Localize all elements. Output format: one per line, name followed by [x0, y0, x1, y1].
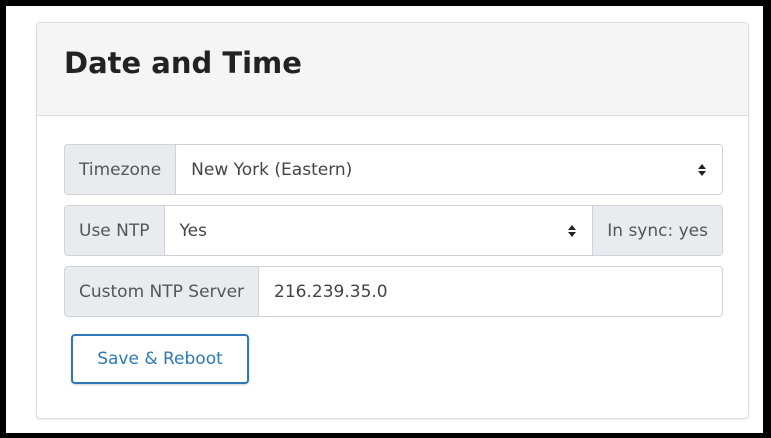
save-reboot-button[interactable]: Save & Reboot: [71, 334, 249, 384]
ntp-input-group: Use NTP Yes In sync: yes: [64, 205, 723, 256]
panel-title: Date and Time: [64, 46, 302, 80]
use-ntp-select[interactable]: Yes: [163, 205, 594, 256]
ntp-sync-status: In sync: yes: [593, 205, 723, 256]
custom-ntp-server-input[interactable]: 216.239.35.0: [258, 266, 723, 317]
timezone-select[interactable]: New York (Eastern): [175, 144, 723, 195]
custom-ntp-server-value: 216.239.35.0: [274, 281, 388, 302]
custom-ntp-label: Custom NTP Server: [64, 266, 259, 317]
timezone-input-group: Timezone New York (Eastern): [64, 144, 723, 195]
timezone-label: Timezone: [64, 144, 176, 195]
panel-heading: Date and Time: [37, 23, 748, 116]
select-caret-icon: [567, 223, 577, 239]
use-ntp-selected-value: Yes: [179, 220, 207, 241]
timezone-selected-value: New York (Eastern): [191, 159, 353, 180]
use-ntp-label: Use NTP: [64, 205, 164, 256]
select-caret-icon: [697, 162, 707, 178]
custom-ntp-input-group: Custom NTP Server 216.239.35.0: [64, 266, 723, 317]
date-time-panel: Date and Time Timezone New York (Eastern…: [36, 22, 749, 419]
